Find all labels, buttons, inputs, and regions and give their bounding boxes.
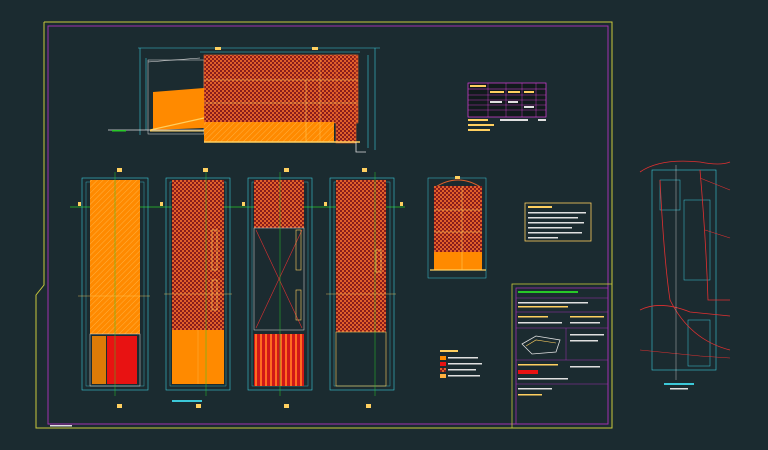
notes-box (524, 202, 592, 242)
floor-plan-3 (247, 168, 313, 408)
legend (440, 350, 482, 378)
area-table (467, 82, 547, 131)
floor-plan-4 (326, 168, 396, 408)
floor-plan-2 (164, 168, 232, 408)
floor-plan-1 (78, 168, 150, 408)
sheet-corner-label (50, 425, 72, 427)
section-elevation (108, 47, 380, 153)
cad-drawing-canvas (35, 21, 731, 429)
cross-section (427, 176, 487, 279)
title-block (511, 283, 613, 429)
site-plan (639, 160, 731, 390)
